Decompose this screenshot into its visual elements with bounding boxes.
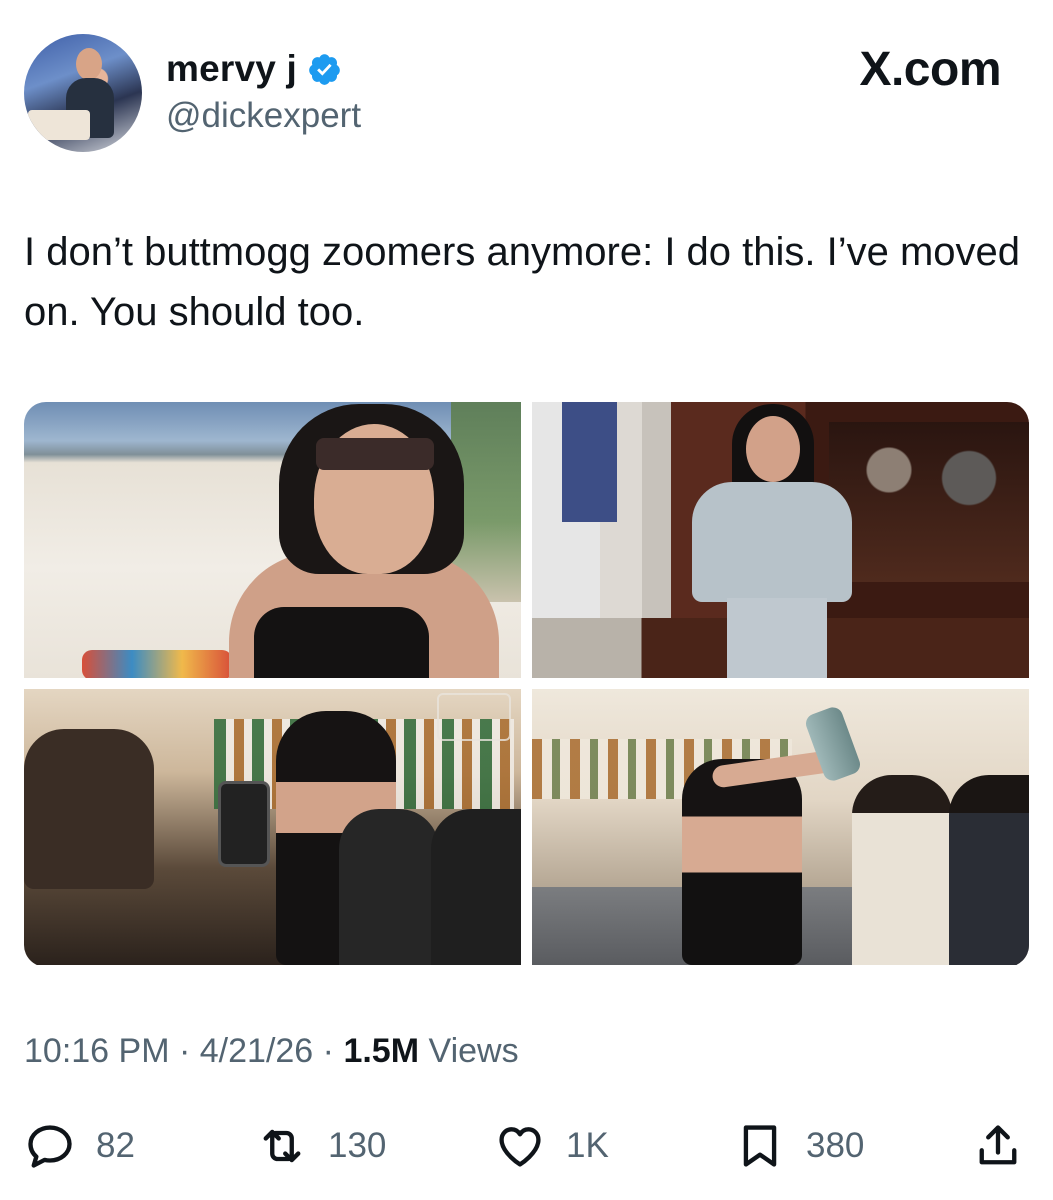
photo-phone — [218, 781, 270, 867]
photo-patrons — [829, 422, 1029, 582]
tweet-date[interactable]: 4/21/26 — [200, 1032, 313, 1070]
like-button[interactable]: 1K — [494, 1118, 609, 1174]
author-display-name[interactable]: mervy j — [166, 48, 297, 90]
photo-shirt — [562, 402, 617, 522]
action-bar: 82 130 1K 380 — [24, 1118, 1024, 1174]
photo-bartender — [852, 775, 952, 965]
repost-count: 130 — [328, 1126, 387, 1165]
photo-beach-selfie[interactable] — [24, 402, 521, 678]
tweet-time[interactable]: 10:16 PM — [24, 1032, 170, 1070]
views-count: 1.5M — [343, 1032, 420, 1070]
photo-denim-jacket — [692, 482, 852, 602]
avatar[interactable] — [24, 34, 142, 152]
views-label: Views — [428, 1032, 519, 1070]
tweet-text: I don’t buttmogg zoomers anymore: I do t… — [24, 230, 1021, 334]
photo-bar-crowd[interactable] — [24, 689, 521, 965]
repost-icon — [256, 1120, 308, 1172]
meta-separator: · — [322, 1032, 334, 1070]
reply-count: 82 — [96, 1126, 135, 1165]
avatar-table — [28, 110, 90, 140]
avatar-head — [76, 48, 102, 80]
photo-neon-sign — [437, 693, 511, 741]
photo-jeans — [727, 598, 827, 678]
share-icon — [972, 1120, 1024, 1172]
bookmark-count: 380 — [806, 1126, 865, 1165]
brand-label: X.com — [859, 43, 1001, 96]
photo-bartender — [339, 809, 439, 965]
reply-button[interactable]: 82 — [24, 1118, 135, 1174]
photo-sunglasses — [316, 438, 434, 470]
tweet-meta: 10:16 PM · 4/21/26 · 1.5M Views — [24, 1032, 519, 1071]
like-count: 1K — [566, 1126, 609, 1165]
author-name-row[interactable]: mervy j — [166, 48, 342, 90]
photo-towel — [82, 650, 232, 678]
photo-person-top — [254, 607, 429, 678]
repost-button[interactable]: 130 — [256, 1118, 386, 1174]
heart-icon — [494, 1120, 546, 1172]
media-grid[interactable] — [24, 402, 1029, 967]
share-button[interactable] — [972, 1118, 1024, 1174]
photo-bartending[interactable] — [532, 689, 1029, 965]
meta-separator: · — [178, 1032, 191, 1070]
author-handle[interactable]: @dickexpert — [166, 96, 361, 136]
verified-badge-icon — [307, 52, 342, 87]
photo-bar-doorway[interactable] — [532, 402, 1029, 678]
bookmark-button[interactable]: 380 — [734, 1118, 864, 1174]
photo-bartender — [431, 809, 521, 965]
photo-person-face — [746, 416, 800, 482]
photo-person — [682, 759, 802, 965]
bookmark-icon — [734, 1120, 786, 1172]
photo-bartender — [949, 775, 1029, 965]
reply-icon — [24, 1120, 76, 1172]
photo-camera-operator — [24, 729, 154, 889]
